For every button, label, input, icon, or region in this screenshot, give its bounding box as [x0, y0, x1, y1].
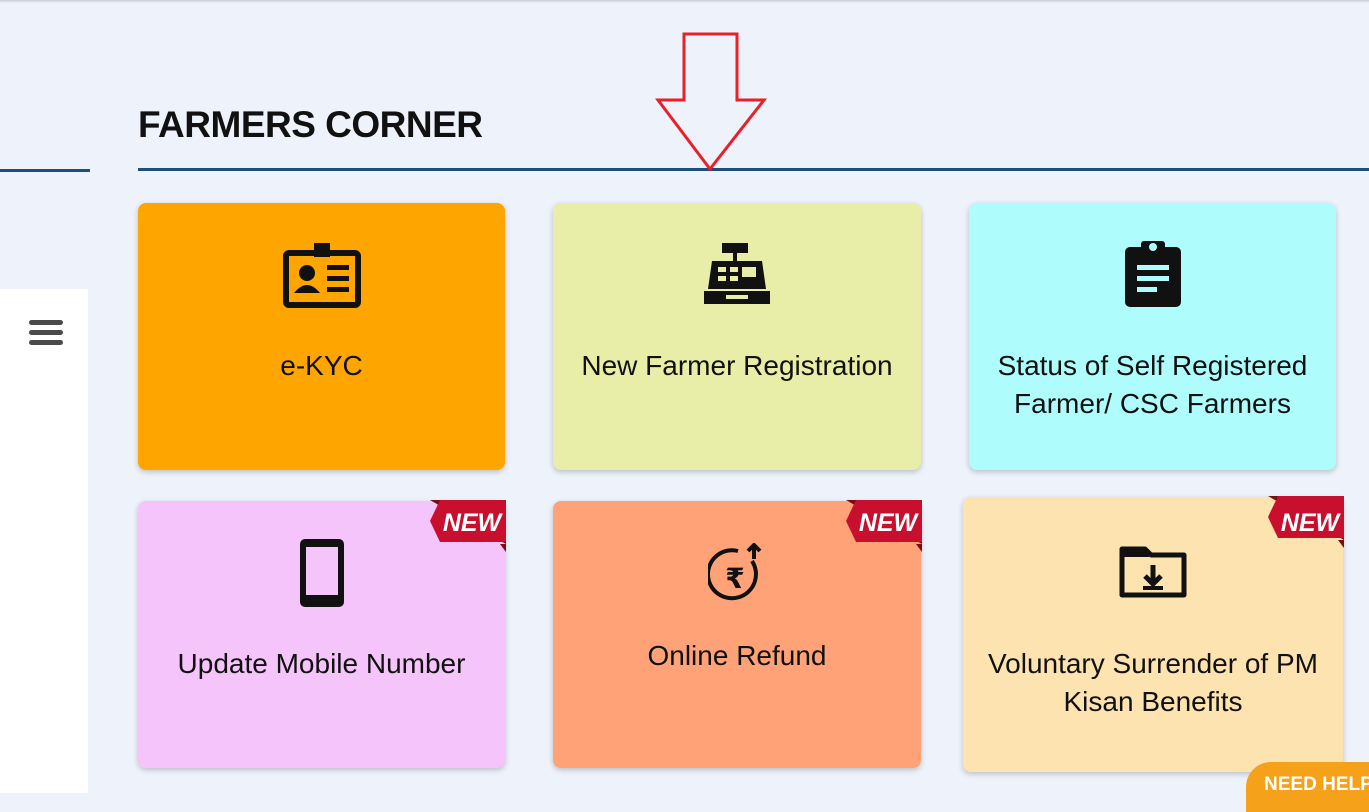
card-label: Voluntary Surrender of PM Kisan Benefits [988, 648, 1318, 717]
folder-download-icon [963, 543, 1343, 599]
card-update-mobile-number[interactable]: Update Mobile Number NEW [138, 500, 506, 768]
card-label: Update Mobile Number [177, 648, 466, 679]
top-shadow [0, 0, 1369, 3]
card-status-self-registered[interactable]: Status of Self Registered Farmer/ CSC Fa… [969, 203, 1336, 470]
new-badge: NEW [430, 500, 506, 552]
left-divider [0, 169, 90, 172]
new-badge-text: NEW [443, 509, 504, 537]
card-label: Online Refund [647, 640, 827, 671]
card-new-farmer-registration[interactable]: New Farmer Registration [553, 203, 921, 470]
card-label: e-KYC [280, 350, 363, 381]
card-label: Status of Self Registered Farmer/ CSC Fa… [997, 350, 1308, 419]
new-badge: NEW [846, 500, 922, 552]
new-badge-text: NEW [1281, 509, 1342, 537]
card-voluntary-surrender[interactable]: Voluntary Surrender of PM Kisan Benefits… [963, 496, 1344, 772]
id-card-icon [138, 243, 505, 309]
card-online-refund[interactable]: ₹ Online Refund NEW [553, 500, 922, 768]
left-panel [0, 289, 88, 793]
down-arrow-annotation-icon [655, 32, 767, 172]
new-badge-text: NEW [859, 509, 920, 537]
need-help-button[interactable]: NEED HELP [1246, 762, 1369, 812]
card-ekyc[interactable]: e-KYC [138, 203, 505, 470]
clipboard-icon [969, 239, 1336, 309]
page-title: FARMERS CORNER [138, 104, 483, 145]
card-label: New Farmer Registration [581, 350, 893, 381]
new-badge: NEW [1268, 496, 1344, 548]
svg-text:₹: ₹ [725, 562, 744, 595]
cash-register-icon [553, 243, 921, 305]
menu-icon[interactable] [29, 320, 63, 346]
rupee-refund-icon: ₹ [553, 543, 921, 605]
